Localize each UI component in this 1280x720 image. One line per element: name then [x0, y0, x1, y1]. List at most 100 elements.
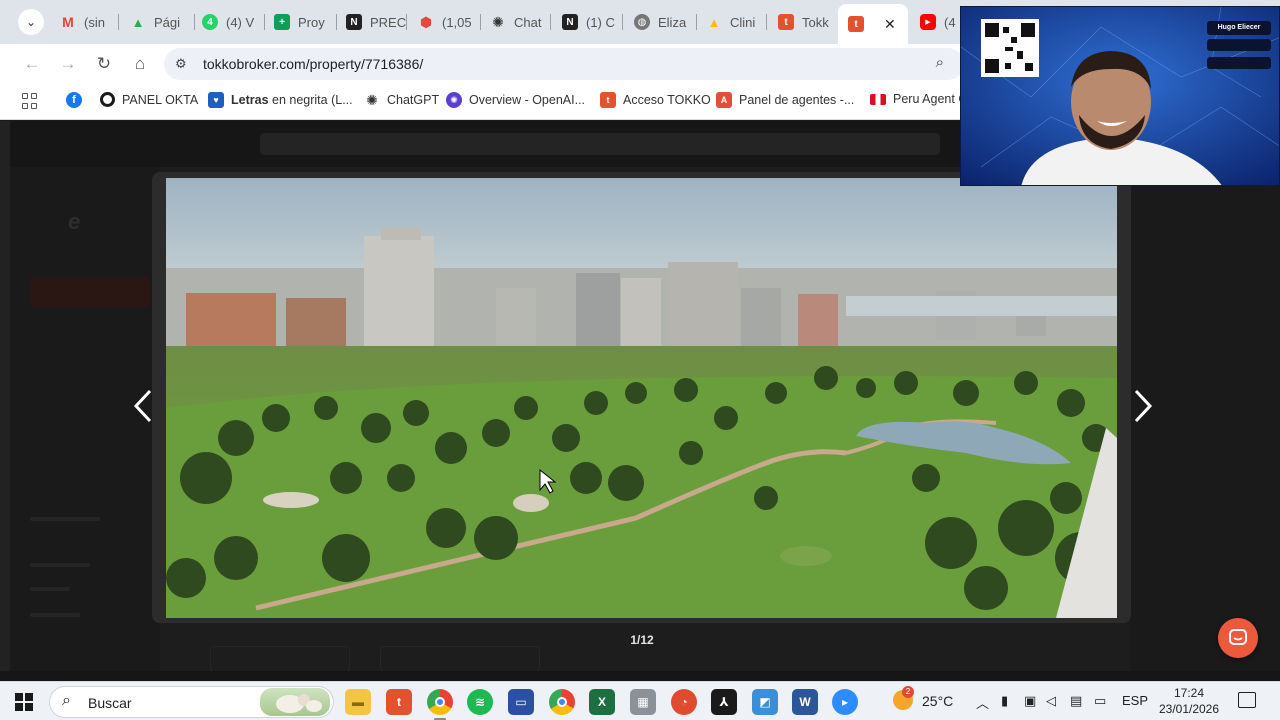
webcam-icon[interactable]: ▣	[1024, 693, 1036, 709]
globe-icon: ◍	[634, 14, 650, 30]
acrobat-icon[interactable]: ⅄	[711, 689, 737, 715]
photo-counter: 1/12	[630, 633, 654, 647]
facebook-icon: f	[66, 92, 82, 108]
tokko-icon: t	[600, 92, 616, 108]
tab-drive-clini[interactable]: ▲ Clini	[696, 6, 766, 38]
battery-icon[interactable]: ▭	[1094, 693, 1106, 709]
network-icon[interactable]: ▤	[1070, 693, 1082, 709]
apps-grid-icon[interactable]	[22, 93, 38, 109]
bookmark-panel-agentes[interactable]: A Panel de agentes -...	[716, 92, 854, 108]
back-arrow-icon[interactable]: ←	[20, 52, 44, 76]
bookmark-label: PANEL OKTA	[122, 92, 199, 107]
sidebar-line	[30, 613, 80, 617]
bookmark-acceso-tokko[interactable]: t Acceso TOKKO	[600, 92, 711, 108]
taskbar-search-input[interactable]: ⌕ Buscar	[49, 686, 334, 718]
url-text: tokkobroker.com/property/7716386/	[203, 56, 424, 72]
tab-tokko[interactable]: t Tokk	[768, 6, 834, 38]
chrome-icon[interactable]	[427, 689, 453, 715]
tab-divider	[550, 14, 551, 30]
tab-search-chevron-icon[interactable]: ⌄	[18, 9, 44, 35]
tokko-app-icon[interactable]: t	[386, 689, 412, 715]
tab-cube[interactable]: ⬢ (1,05	[408, 6, 480, 38]
windows-taskbar: ⌕ Buscar ▬ t ≋ ▭ X ▦ ◔ ⅄ ◩ W ▸ 2 25°C ︿ …	[0, 681, 1280, 720]
tab-label: (4) V	[226, 14, 255, 30]
bookmark-label-bold: Letras	[231, 93, 269, 107]
browser-status-strip	[0, 671, 1280, 681]
microphone-icon[interactable]: ▮	[1001, 693, 1008, 709]
window-edge	[0, 121, 10, 681]
chrome-profile-icon[interactable]	[549, 689, 575, 715]
chat-support-button[interactable]	[1218, 618, 1258, 658]
drive-icon: ▲	[131, 14, 145, 30]
previous-photo-chevron-icon[interactable]	[128, 386, 158, 426]
tokko-icon: t	[778, 14, 794, 30]
tab-label: Clini	[730, 14, 756, 30]
tab-label: Tokk	[802, 14, 829, 30]
tab-whatsapp[interactable]: 4 (4) V	[192, 6, 266, 38]
speaker-icon[interactable]: ◁	[1046, 693, 1056, 709]
tab-label: (sin	[84, 14, 105, 30]
weather-badge: 2	[902, 686, 914, 698]
sheets-icon: +	[274, 14, 290, 30]
tab-notion[interactable]: N (1) C	[552, 6, 622, 38]
home-icon[interactable]: ⌂	[128, 52, 152, 76]
tab-youtube[interactable]: ▶ (4	[910, 6, 960, 38]
tab-notion-prec[interactable]: N PREC	[336, 6, 406, 38]
gmail-icon: M	[62, 14, 74, 30]
bookmark-label: Peru Agent C	[893, 92, 968, 106]
tab-sheets-proy[interactable]: + Proy	[264, 6, 336, 38]
tab-label: (1) C	[586, 14, 615, 30]
peru-flag-icon	[870, 93, 886, 105]
tab-chatgpt[interactable]: ✺ Chat	[480, 6, 550, 38]
presenter-name-label: Hugo Eliecer	[1207, 21, 1271, 35]
language-indicator[interactable]: ESP	[1122, 693, 1148, 708]
whatsapp-icon: 4	[202, 14, 218, 30]
excel-icon[interactable]: X	[589, 689, 615, 715]
chevron-up-icon[interactable]: ︿	[976, 693, 989, 712]
property-photo[interactable]	[166, 178, 1117, 618]
spotify-icon[interactable]: ≋	[467, 689, 493, 715]
calculator-icon[interactable]: ▦	[630, 689, 656, 715]
remote-app-icon[interactable]: ▭	[508, 689, 534, 715]
paint-app-icon[interactable]: ◔	[671, 689, 697, 715]
file-explorer-icon[interactable]: ▬	[345, 689, 371, 715]
bookmark-peru-agent[interactable]: Peru Agent C	[870, 92, 967, 106]
zoom-icon[interactable]: ▸	[832, 689, 858, 715]
tab-divider	[622, 14, 623, 30]
site-settings-icon[interactable]: ⚙	[175, 56, 187, 72]
tab-divider	[118, 14, 119, 30]
zoom-magnifier-icon[interactable]: ⌕	[936, 54, 944, 71]
next-photo-chevron-icon[interactable]	[1128, 386, 1158, 426]
sidebar-line	[30, 517, 100, 521]
address-bar[interactable]: ⚙ tokkobroker.com/property/7716386/ ⌕	[164, 48, 964, 80]
presenter-title-label	[1207, 39, 1271, 51]
windows-start-icon[interactable]	[15, 693, 33, 711]
system-clock[interactable]: 17:24 23/01/2026	[1156, 685, 1222, 717]
forward-arrow-icon[interactable]: →	[56, 52, 80, 76]
tab-label: (1,05	[442, 14, 472, 30]
reload-icon[interactable]: ↻	[92, 52, 116, 76]
bookmark-letras-negrita[interactable]: ♥ Letras en negrita (L...	[208, 92, 353, 108]
notifications-icon[interactable]	[1238, 692, 1256, 708]
close-icon[interactable]: ✕	[884, 16, 896, 33]
bookmark-chatgpt[interactable]: ✺ ChatGPT	[364, 92, 439, 108]
tab-tokko-active[interactable]: t ✕	[838, 4, 908, 44]
tab-label: Pági	[154, 14, 181, 30]
webcam-overlay: Hugo Eliecer	[960, 6, 1280, 186]
word-icon[interactable]: W	[792, 689, 818, 715]
tab-label: Proy	[298, 14, 325, 30]
tab-divider	[766, 14, 767, 30]
bookmark-panel-okta[interactable]: PANEL OKTA	[100, 92, 198, 107]
photos-icon[interactable]: ◩	[752, 689, 778, 715]
presenter-phone-label	[1207, 57, 1271, 69]
golf-course-cityscape-photo	[166, 178, 1117, 618]
tab-label: (4	[944, 14, 956, 30]
bookmark-facebook[interactable]: f	[66, 92, 89, 108]
temperature-text[interactable]: 25°C	[922, 693, 953, 709]
search-icon: ⌕	[62, 692, 71, 709]
tab-drive-pagina[interactable]: ▲ Pági	[120, 6, 194, 38]
tab-eliza[interactable]: ◍ Eliza	[624, 6, 696, 38]
bookmark-openai-overview[interactable]: ✺ Overview - OpenAI...	[446, 92, 585, 108]
notion-icon: N	[346, 14, 362, 30]
tab-gmail[interactable]: M (sin	[50, 6, 116, 38]
